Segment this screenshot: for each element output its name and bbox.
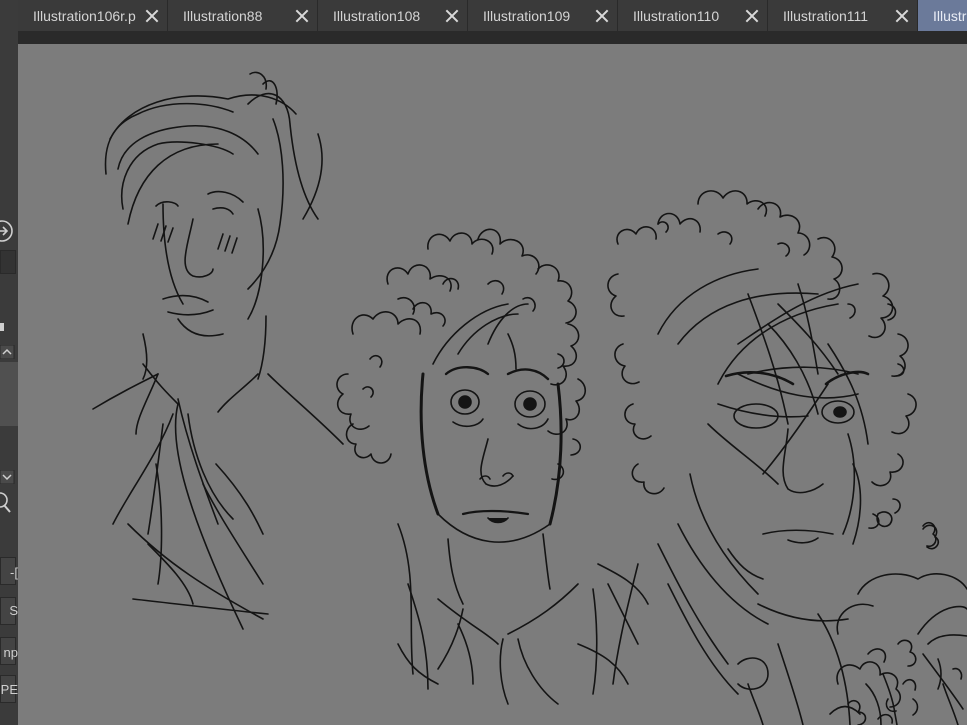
toolbar-fragment-1-label: -[: [10, 565, 18, 580]
middle-portrait-sketch: [336, 228, 639, 705]
close-icon[interactable]: [145, 9, 159, 23]
close-icon[interactable]: [445, 9, 459, 23]
tab-label: Illustration106r.p: [33, 7, 136, 24]
panel-divider: [0, 250, 16, 274]
tab-label: Illustra: [933, 7, 967, 24]
scrollbar-thumb[interactable]: [0, 362, 18, 426]
document-tab-bar: Illustration106r.p Illustration88 Illust…: [18, 0, 967, 32]
tab-label: Illustration88: [183, 7, 263, 24]
close-icon[interactable]: [595, 9, 609, 23]
sketch-artwork: [92, 71, 967, 725]
tab-illustration111[interactable]: Illustration111: [768, 0, 918, 31]
tab-illustration88[interactable]: Illustration88: [168, 0, 318, 31]
tab-illustration106r[interactable]: Illustration106r.p: [18, 0, 168, 31]
tab-label: Illustration108: [333, 7, 421, 24]
small-square-icon: [0, 320, 18, 338]
canvas-top-border: [18, 31, 967, 44]
toolbar-fragment-3-label: np: [3, 645, 18, 660]
bottom-right-sketch: [829, 605, 967, 725]
close-icon[interactable]: [895, 9, 909, 23]
tab-label: Illustration111: [783, 7, 869, 24]
tab-illustration108[interactable]: Illustration108: [318, 0, 468, 31]
close-icon[interactable]: [745, 9, 759, 23]
tab-illustration110[interactable]: Illustration110: [618, 0, 768, 31]
tab-illustration109[interactable]: Illustration109: [468, 0, 618, 31]
toolbar-fragment-4-label: PE: [0, 682, 18, 697]
search-icon[interactable]: [0, 490, 18, 521]
tab-label: Illustration109: [483, 7, 571, 24]
scroll-down-button[interactable]: [0, 469, 18, 489]
tab-active-illustration[interactable]: Illustra: [918, 0, 967, 31]
tab-label: Illustration110: [633, 7, 720, 24]
toolbar-fragment-2-label: S: [9, 603, 18, 618]
close-icon[interactable]: [295, 9, 309, 23]
navigator-icon[interactable]: [0, 218, 18, 249]
left-portrait-sketch: [92, 71, 344, 630]
left-toolbar: -[ S np PE: [0, 0, 19, 725]
drawing-canvas[interactable]: [18, 44, 967, 725]
